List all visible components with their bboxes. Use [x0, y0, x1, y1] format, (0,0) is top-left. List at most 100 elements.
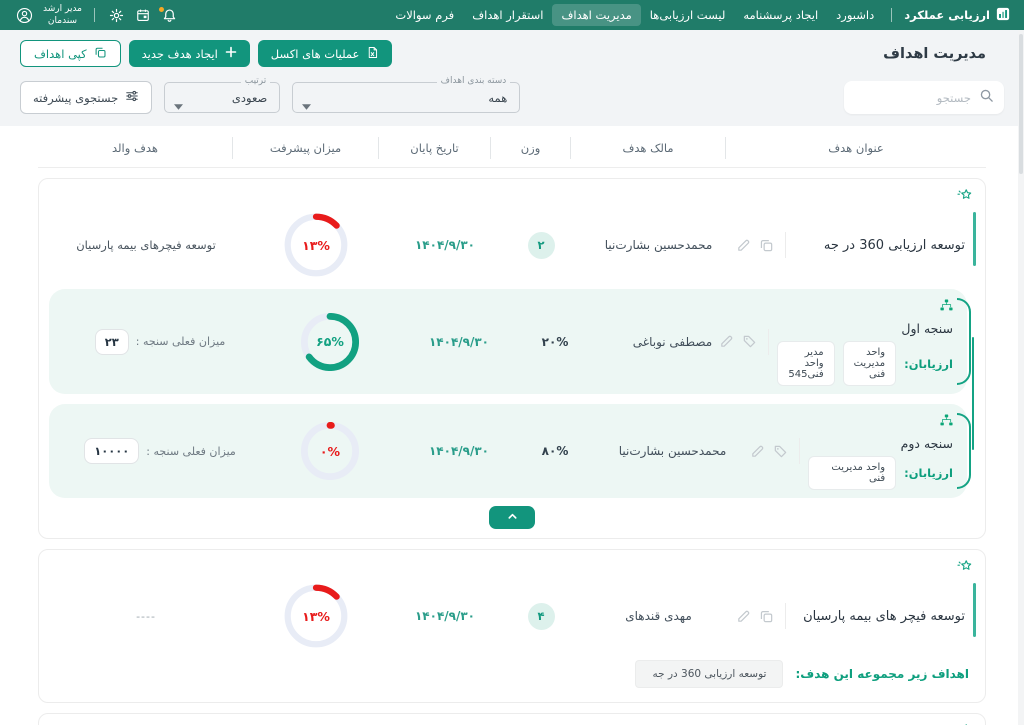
- user-name-line1: مدیر ارشد: [43, 3, 82, 15]
- excel-operations-label: عملیات های اکسل: [271, 47, 360, 61]
- brand[interactable]: ارزیابی عملکرد: [900, 7, 1014, 24]
- create-goal-label: ایجاد هدف جدید: [142, 47, 218, 61]
- measure-owner: مصطفی نوباغی: [595, 335, 750, 349]
- tag-icon[interactable]: [773, 444, 788, 459]
- column-header-parent: هدف والد: [38, 137, 232, 159]
- progress-donut: ۱۳%: [284, 213, 348, 277]
- goal-end-date: ۱۴۰۴/۹/۳۰: [389, 609, 501, 623]
- star-icon[interactable]: [956, 187, 973, 203]
- progress-donut: ۶۵%: [301, 313, 359, 371]
- goal-owner: مهدی قندهای: [581, 609, 736, 623]
- order-select[interactable]: ترتیب صعودی: [164, 82, 280, 113]
- settings-gear-icon[interactable]: [103, 6, 130, 25]
- copy-goals-button[interactable]: کپی اهداف: [20, 40, 121, 67]
- goals-table: عنوان هدف مالک هدف وزن تاریخ پایان میزان…: [0, 126, 1024, 725]
- column-header-end-date: تاریخ پایان: [378, 137, 490, 159]
- hierarchy-icon: [940, 412, 953, 431]
- duplicate-icon[interactable]: [759, 238, 774, 253]
- column-header-owner: مالک هدف: [570, 137, 725, 159]
- subgoals-label: اهداف زیر مجموعه این هدف:: [795, 667, 969, 681]
- measure-title: سنجه دوم: [901, 436, 953, 451]
- calendar-icon[interactable]: [130, 6, 156, 24]
- edit-pencil-icon[interactable]: [750, 444, 765, 459]
- goal-row: توسعه فیچر های بیمه پارسیان مهدی قندهای …: [49, 574, 975, 658]
- measure-end-date: ۱۴۰۴/۹/۳۰: [403, 444, 515, 458]
- goal-title: توسعه فیچر های بیمه پارسیان: [803, 609, 965, 624]
- page-title: مدیریت اهداف: [883, 46, 986, 62]
- progress-donut: ۱۳%: [284, 584, 348, 648]
- search-box: [844, 81, 1004, 114]
- category-select-label: دسته بندی اهداف: [437, 76, 511, 86]
- goal-weight: ۲: [528, 232, 555, 259]
- page-scrollbar[interactable]: [1018, 30, 1024, 725]
- progress-label: ۱۳%: [284, 213, 348, 277]
- edit-pencil-icon[interactable]: [736, 609, 751, 624]
- evaluator-badge: واحد مدیریت فنی: [808, 456, 896, 490]
- table-header-row: عنوان هدف مالک هدف وزن تاریخ پایان میزان…: [38, 128, 986, 168]
- nav-menu: ارزیابی عملکرد داشبورد ایجاد پرسشنامه لی…: [386, 4, 1014, 26]
- measure-row: سنجه اول ارزیابان: واحد مدیریت فنی مدیر …: [49, 289, 967, 394]
- column-header-title: عنوان هدف: [725, 137, 986, 159]
- nav-divider: [94, 8, 95, 22]
- goal-parent: ----: [136, 610, 156, 623]
- filters-row: دسته بندی اهداف همه ترتیب صعودی جستجوی پ…: [20, 81, 1004, 114]
- current-measure-value: ۱۰۰۰۰: [84, 438, 139, 464]
- brand-logo-icon: [996, 7, 1010, 24]
- user-name-line2: سندمان: [48, 15, 77, 27]
- notifications-bell-icon[interactable]: [156, 6, 183, 25]
- order-select-label: ترتیب: [241, 76, 271, 86]
- current-measure-label: میزان فعلی سنجه :: [146, 445, 236, 458]
- nav-divider: [891, 8, 892, 22]
- page-header-band: مدیریت اهداف عملیات های اکسل ایجاد هدف ج…: [0, 30, 1024, 126]
- nav-item-goal-management[interactable]: مدیریت اهداف: [552, 4, 640, 26]
- edit-pencil-icon[interactable]: [736, 238, 751, 253]
- goal-weight: ۴: [528, 603, 555, 630]
- subgoal-badge[interactable]: توسعه ارزیابی 360 در جه: [635, 660, 783, 688]
- goal-card: توسعه نرم افزار محمدحسین بشارت‌نیا ۱ ۱۴۰…: [38, 713, 986, 725]
- notification-dot: [159, 7, 164, 12]
- goal-owner: محمدحسین بشارت‌نیا: [581, 238, 736, 252]
- progress-label: ۱۳%: [284, 584, 348, 648]
- goal-card: توسعه ارزیابی 360 در جه محمدحسین بشارت‌ن…: [38, 178, 986, 539]
- user-name: مدیر ارشد سندمان: [43, 3, 82, 27]
- star-icon[interactable]: [956, 558, 973, 574]
- measure-row: سنجه دوم ارزیابان: واحد مدیریت فنی محمدح…: [49, 404, 967, 498]
- nav-item-questions-form[interactable]: فرم سوالات: [386, 4, 463, 26]
- top-navbar: ارزیابی عملکرد داشبورد ایجاد پرسشنامه لی…: [0, 0, 1024, 30]
- progress-label: ۶۵%: [301, 313, 359, 371]
- chevron-up-icon: [507, 510, 518, 525]
- excel-operations-button[interactable]: عملیات های اکسل: [258, 40, 393, 67]
- user-avatar-icon[interactable]: [10, 5, 39, 26]
- nav-item-goal-deployment[interactable]: استقرار اهداف: [463, 4, 552, 26]
- measures-group: سنجه اول ارزیابان: واحد مدیریت فنی مدیر …: [49, 289, 967, 498]
- search-input[interactable]: [854, 91, 971, 105]
- nav-item-evaluations-list[interactable]: لیست ارزیابی‌ها: [641, 4, 735, 26]
- category-select[interactable]: دسته بندی اهداف همه: [292, 82, 520, 113]
- create-goal-button[interactable]: ایجاد هدف جدید: [129, 40, 250, 67]
- progress-donut: ۰%: [301, 422, 359, 480]
- goal-title: توسعه ارزیابی 360 در جه: [824, 238, 965, 253]
- search-icon: [979, 88, 994, 107]
- evaluators-label: ارزیابان:: [904, 466, 953, 480]
- nav-item-create-questionnaire[interactable]: ایجاد پرسشنامه: [734, 4, 827, 26]
- duplicate-icon[interactable]: [759, 609, 774, 624]
- measure-weight: ۲۰%: [542, 335, 569, 349]
- advanced-search-button[interactable]: جستجوی پیشرفته: [20, 81, 152, 114]
- plus-icon: [225, 46, 237, 61]
- order-select-value: صعودی: [232, 91, 267, 105]
- excel-file-icon: [366, 46, 379, 62]
- brand-label: ارزیابی عملکرد: [904, 8, 990, 22]
- evaluator-badge: مدیر واحد فنی545: [777, 341, 834, 386]
- nav-item-dashboard[interactable]: داشبورد: [827, 4, 883, 26]
- copy-icon: [94, 46, 107, 62]
- scrollbar-thumb[interactable]: [1019, 34, 1023, 174]
- measure-end-date: ۱۴۰۴/۹/۳۰: [403, 335, 515, 349]
- copy-goals-label: کپی اهداف: [34, 47, 87, 61]
- collapse-button[interactable]: [489, 506, 535, 529]
- chevron-down-icon: [302, 95, 311, 114]
- current-measure-value: ۲۳: [95, 329, 129, 355]
- chevron-down-icon: [174, 95, 183, 114]
- progress-label: ۰%: [301, 422, 359, 480]
- goal-end-date: ۱۴۰۴/۹/۳۰: [389, 238, 501, 252]
- category-select-value: همه: [488, 91, 507, 105]
